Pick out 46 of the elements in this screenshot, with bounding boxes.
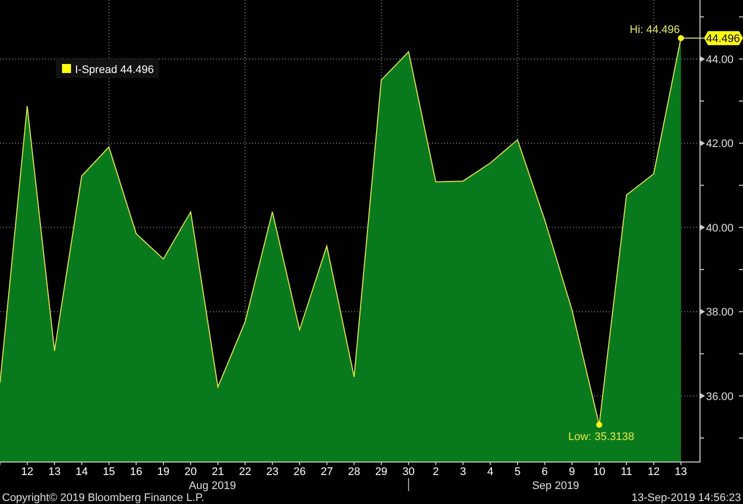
axis-label: 10 <box>593 466 606 478</box>
tick-icon <box>700 224 705 230</box>
value-tag: 44.496 <box>704 31 743 46</box>
point-marker <box>678 35 684 42</box>
period-label: Aug 2019 <box>188 480 236 492</box>
axis-label: 5 <box>514 466 521 478</box>
axis-label: 36.00 <box>706 390 734 403</box>
axis-label: 12 <box>648 466 660 478</box>
axis-label: 26 <box>293 466 306 478</box>
axis-label: 13 <box>48 466 61 478</box>
axis-label: 42.00 <box>706 138 734 150</box>
period-label: Sep 2019 <box>532 480 580 492</box>
axis-label: 15 <box>102 466 116 478</box>
tick-icon <box>700 140 705 146</box>
axis-label: 27 <box>320 466 333 478</box>
high-label: Hi: 44.496 <box>630 24 680 36</box>
axis-label: 38.00 <box>706 306 734 319</box>
tick-icon <box>700 308 705 315</box>
tick-icon <box>700 56 705 62</box>
axis-label: 3 <box>460 466 466 478</box>
axis-label: 22 <box>239 466 252 478</box>
copyright-text: Copyright© 2019 Bloomberg Finance L.P. <box>2 492 204 504</box>
timestamp: 13-Sep-2019 14:56:23 <box>632 492 741 504</box>
axis-label: 44.00 <box>706 54 734 66</box>
tick-icon <box>700 392 705 399</box>
axis-label: 14 <box>76 466 88 478</box>
leader-line <box>680 38 704 39</box>
axis-label: 21 <box>212 466 224 478</box>
axis-label: 16 <box>130 466 142 478</box>
axis-label: 19 <box>157 466 170 478</box>
axis-label: 28 <box>348 466 360 478</box>
axis-label: 6 <box>542 466 548 478</box>
axis-label: 11 <box>620 466 632 478</box>
axis-label: 40.00 <box>706 222 734 234</box>
axis-label: 2 <box>432 466 439 478</box>
axis-label: 23 <box>266 466 278 478</box>
low-label: Low: 35.3138 <box>568 430 634 443</box>
axis-label: 20 <box>184 466 197 478</box>
axis-label: 29 <box>375 466 388 478</box>
legend-label: I-Spread 44.496 <box>75 64 154 76</box>
axis-label: 12 <box>21 466 34 478</box>
point-marker <box>596 422 602 428</box>
axis-label: 30 <box>402 466 415 478</box>
axis-label: 13 <box>674 466 688 478</box>
axis-label: 9 <box>568 466 576 478</box>
axis-label: 4 <box>487 466 494 478</box>
